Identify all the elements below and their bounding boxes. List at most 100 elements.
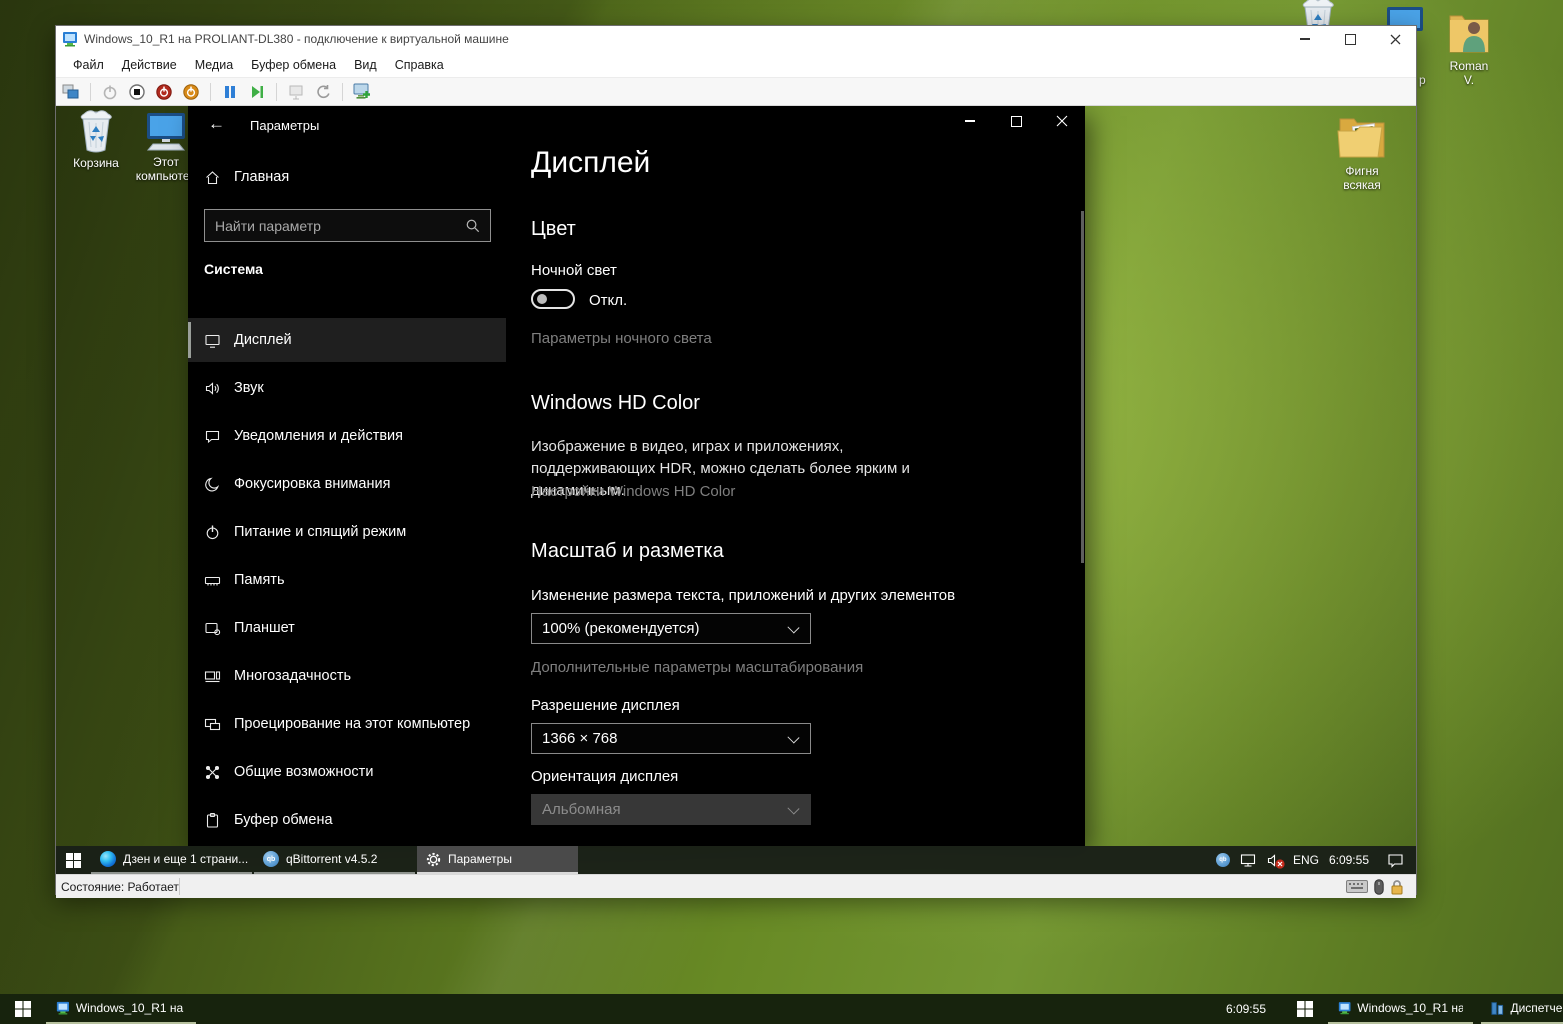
menu-action[interactable]: Действие (113, 55, 186, 75)
maximize-button[interactable] (1335, 29, 1365, 49)
vm-taskbar-item-edge[interactable]: Дзен и еще 1 страни... (91, 846, 252, 874)
vm-stuff-folder-icon[interactable]: Фигня всякая (1330, 111, 1394, 192)
sidebar-item-tablet[interactable]: Планшет (188, 606, 506, 650)
scrollbar-thumb[interactable] (1081, 211, 1084, 563)
windows-logo-icon (15, 1001, 31, 1017)
night-light-toggle[interactable] (531, 289, 575, 309)
advanced-scaling-link[interactable]: Дополнительные параметры масштабирования (531, 659, 863, 676)
host-clock[interactable]: 6:09:55 (1226, 1002, 1266, 1016)
pause-button[interactable] (219, 81, 241, 103)
sidebar-item-notifications[interactable]: Уведомления и действия (188, 414, 506, 458)
vmconnect-toolbar (56, 77, 1416, 106)
sidebar-item-display[interactable]: Дисплей (188, 318, 506, 362)
qbittorrent-tray-icon[interactable]: qb (1216, 853, 1230, 867)
projecting-icon (204, 716, 221, 733)
menu-help[interactable]: Справка (386, 55, 453, 75)
hd-color-settings-link[interactable]: Настройки Windows HD Color (531, 483, 735, 500)
sidebar-item-focus-assist[interactable]: Фокусировка внимания (188, 462, 506, 506)
back-button[interactable]: ← (208, 114, 225, 134)
clipboard-icon (204, 812, 221, 829)
sidebar-item-storage[interactable]: Память (188, 558, 506, 602)
scale-layout-heading: Масштаб и разметка (531, 540, 724, 563)
ctrl-alt-del-button[interactable] (60, 81, 82, 103)
sidebar-item-home[interactable]: Главная (188, 160, 506, 194)
settings-main: Дисплей Цвет Ночной свет Откл. Параметры… (531, 106, 1071, 846)
vm-taskbar: Дзен и еще 1 страни... qb qBittorrent v4… (56, 846, 1416, 874)
action-center-icon[interactable] (1387, 853, 1404, 868)
keyboard-capture-icon (1346, 880, 1368, 893)
vm-clock[interactable]: 6:09:55 (1329, 853, 1369, 867)
host-monitor2-taskbar-item-vmconnect[interactable]: Windows_10_R1 на P... (1328, 994, 1473, 1024)
scale-dropdown[interactable]: 100% (рекомендуется) (531, 613, 811, 644)
vm-taskbar-item-qbittorrent[interactable]: qb qBittorrent v4.5.2 (254, 846, 415, 874)
enhanced-session-button[interactable] (351, 81, 373, 103)
host-user-folder-icon[interactable]: Roman V. (1443, 10, 1495, 87)
vm-recycle-bin-icon[interactable]: Корзина (64, 109, 128, 170)
volume-muted-icon[interactable] (1267, 853, 1283, 868)
vmconnect-titlebar[interactable]: Windows_10_R1 на PROLIANT-DL380 - подклю… (56, 26, 1416, 52)
save-state-button[interactable] (180, 81, 202, 103)
menu-clipboard[interactable]: Буфер обмена (242, 55, 345, 75)
sidebar-item-sound[interactable]: Звук (188, 366, 506, 410)
page-title: Дисплей (531, 146, 650, 180)
hyperv-vm-icon (56, 1000, 70, 1016)
windows-logo-icon (66, 853, 81, 868)
host-hidden-icon-partial-label: р (1419, 73, 1426, 87)
night-light-state: Откл. (589, 292, 627, 309)
network-icon[interactable] (1240, 853, 1257, 868)
sidebar-item-power-sleep[interactable]: Питание и спящий режим (188, 510, 506, 554)
vmconnect-statusbar: Состояние: Работает (56, 874, 1416, 898)
icon-label: Фигня всякая (1330, 164, 1394, 192)
minimize-button[interactable] (1290, 29, 1320, 49)
icon-label: Корзина (73, 156, 119, 170)
toolbar-separator (210, 83, 211, 101)
revert-button[interactable] (312, 81, 334, 103)
color-heading: Цвет (531, 218, 576, 241)
sidebar-item-clipboard[interactable]: Буфер обмена (188, 798, 506, 842)
close-icon (1390, 34, 1401, 45)
toolbar-separator (90, 83, 91, 101)
night-light-settings-link[interactable]: Параметры ночного света (531, 330, 712, 347)
host-start-button[interactable] (0, 994, 46, 1024)
chevron-down-icon (787, 731, 799, 743)
turn-off-button[interactable] (126, 81, 148, 103)
sidebar-section-label: Система (204, 261, 263, 277)
sidebar-item-shared-experiences[interactable]: Общие возможности (188, 750, 506, 794)
orientation-dropdown[interactable]: Альбомная (531, 794, 811, 825)
language-indicator[interactable]: ENG (1293, 853, 1319, 867)
sidebar-item-multitasking[interactable]: Многозадачность (188, 654, 506, 698)
host-taskbar-item-vmconnect[interactable]: Windows_10_R1 на P... (46, 994, 196, 1024)
host-taskbar-item-task-manager[interactable]: Диспетчер (1481, 994, 1563, 1024)
resume-button[interactable] (246, 81, 268, 103)
search-input[interactable] (205, 217, 465, 235)
resolution-label: Разрешение дисплея (531, 697, 680, 714)
host-monitor2-start-button[interactable] (1282, 994, 1328, 1024)
window-title: Windows_10_R1 на PROLIANT-DL380 - подклю… (84, 32, 509, 46)
toggle-knob (537, 294, 547, 304)
pause-icon (223, 85, 237, 99)
qbittorrent-icon: qb (263, 851, 279, 867)
enhanced-session-icon (353, 83, 371, 100)
start-vm-button[interactable] (99, 81, 121, 103)
shut-down-button[interactable] (153, 81, 175, 103)
chevron-down-icon (787, 802, 799, 814)
edge-icon (100, 851, 116, 867)
lock-icon (1390, 879, 1404, 895)
vm-start-button[interactable] (56, 846, 90, 874)
step-play-icon (250, 85, 264, 99)
vm-status-text: Состояние: Работает (61, 880, 179, 894)
vm-taskbar-item-settings[interactable]: Параметры (417, 846, 578, 874)
menu-view[interactable]: Вид (345, 55, 386, 75)
sidebar-item-projecting[interactable]: Проецирование на этот компьютер (188, 702, 506, 746)
search-icon[interactable] (465, 218, 480, 233)
checkpoint-button[interactable] (285, 81, 307, 103)
settings-window: ← Параметры Главная Систем (188, 106, 1085, 846)
resolution-dropdown[interactable]: 1366 × 768 (531, 723, 811, 754)
mouse-capture-icon (1374, 879, 1384, 895)
minimize-icon (1300, 38, 1310, 40)
vmconnect-menubar: Файл Действие Медиа Буфер обмена Вид Спр… (56, 52, 1416, 77)
menu-media[interactable]: Медиа (186, 55, 242, 75)
close-button[interactable] (1380, 29, 1410, 49)
vm-system-tray: qb ENG 6:09:55 (1216, 846, 1416, 874)
menu-file[interactable]: Файл (64, 55, 113, 75)
